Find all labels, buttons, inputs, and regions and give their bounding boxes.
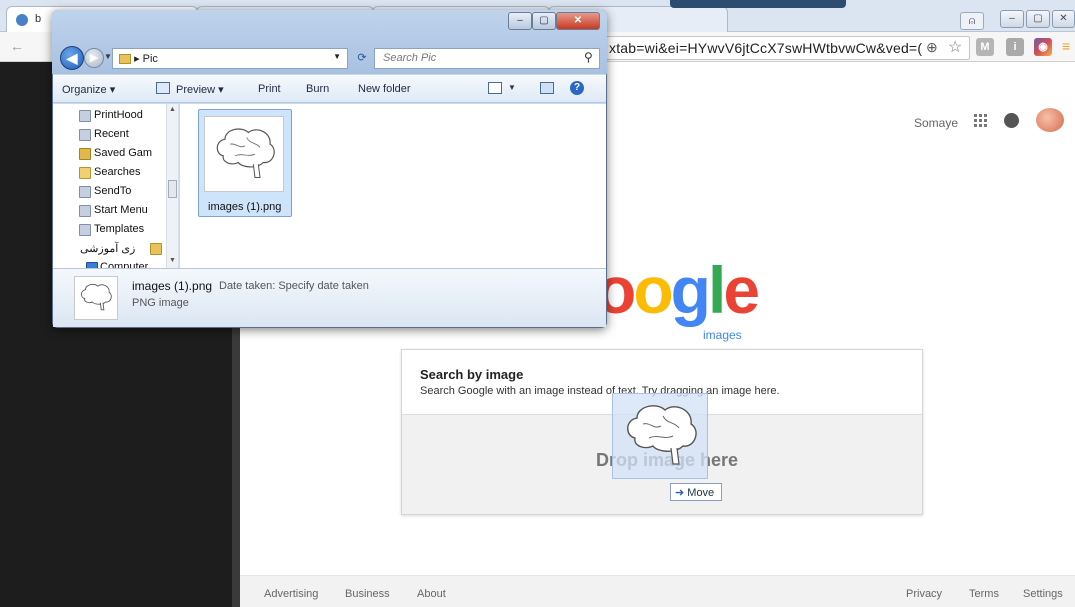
print-button[interactable]: Print [258, 83, 281, 95]
nav-item-persian-folder[interactable]: زی آموزشی [80, 242, 135, 255]
brain-image-icon [216, 128, 275, 178]
footer-link-business[interactable]: Business [345, 588, 390, 600]
notifications-icon[interactable] [1004, 113, 1019, 128]
tab-label: b [35, 13, 42, 25]
zoom-icon[interactable]: ⊕ [926, 39, 938, 56]
back-arrow-icon[interactable]: ← [10, 38, 24, 54]
details-file-type: PNG image [132, 297, 189, 309]
nav-item-templates[interactable]: Templates [94, 223, 144, 235]
scroll-thumb[interactable] [168, 180, 177, 198]
drag-move-tooltip: ➜ Move [670, 483, 722, 501]
minimize-icon[interactable]: – [1000, 10, 1024, 28]
folder-icon [150, 243, 162, 255]
move-label: Move [687, 487, 715, 499]
new-folder-button[interactable]: New folder [358, 83, 411, 95]
breadcrumb-folder[interactable]: Pic [143, 53, 158, 65]
instapaper-icon[interactable]: i [1006, 38, 1024, 56]
instagram-icon[interactable]: ◉ [1034, 38, 1052, 56]
footer-link-advertising[interactable]: Advertising [264, 588, 318, 600]
help-icon[interactable]: ? [570, 81, 584, 95]
nav-item-recent[interactable]: Recent [94, 128, 129, 140]
footer-link-about[interactable]: About [417, 588, 446, 600]
file-thumbnail [204, 116, 284, 192]
avatar[interactable] [1036, 108, 1064, 132]
footer-link-settings[interactable]: Settings [1023, 588, 1063, 600]
maximize-icon[interactable]: ▢ [532, 12, 556, 30]
chevron-down-icon[interactable]: ▼ [333, 52, 341, 61]
preview-pane-icon[interactable] [540, 82, 554, 94]
burn-button[interactable]: Burn [306, 83, 329, 95]
file-name: images (1).png [208, 201, 282, 213]
history-dropdown-icon[interactable]: ▼ [104, 52, 112, 61]
panel-title: Search by image [420, 367, 524, 382]
details-file-name: images (1).png [132, 279, 213, 293]
preview-button[interactable]: Preview ▾ [176, 83, 224, 96]
nav-item-saved-games[interactable]: Saved Gam [94, 147, 152, 159]
menu-icon[interactable]: ≡ [1062, 38, 1072, 54]
nav-item-printhood[interactable]: PrintHood [94, 109, 143, 121]
shortcut-folder-icon [79, 110, 91, 122]
tab-favicon-icon [16, 14, 28, 26]
user-profile-icon[interactable]: ⍝ [960, 12, 984, 30]
view-options-icon[interactable] [488, 82, 502, 94]
forward-arrow-icon[interactable]: ▶ [84, 48, 104, 68]
close-icon[interactable]: ✕ [1052, 10, 1075, 28]
nav-item-computer[interactable]: Computer [100, 261, 148, 268]
preview-icon [156, 82, 170, 94]
nav-item-searches[interactable]: Searches [94, 166, 140, 178]
folder-icon [119, 54, 131, 65]
brain-image-icon [81, 283, 112, 311]
details-date-taken[interactable]: Date taken: Specify date taken [219, 280, 369, 292]
logo-subtitle: images [703, 328, 742, 342]
url-text: xtab=wi&ei=HYwvV6jtCcX7swHWtbvwCw&ved=( [609, 40, 923, 56]
chevron-down-icon[interactable]: ▼ [508, 83, 516, 92]
shortcut-folder-icon [79, 205, 91, 217]
footer-link-terms[interactable]: Terms [969, 588, 999, 600]
shortcut-folder-icon [79, 186, 91, 198]
refresh-icon[interactable]: ⟳ [352, 48, 372, 69]
maximize-icon[interactable]: ▢ [1026, 10, 1050, 28]
explorer-search-input[interactable]: Search Pic [374, 48, 600, 69]
minimize-icon[interactable]: – [508, 12, 532, 30]
breadcrumb-separator: ▸ [134, 53, 140, 65]
search-icon[interactable]: ⚲ [584, 50, 593, 64]
panel-description: Search Google with an image instead of t… [420, 385, 780, 397]
scroll-up-icon[interactable]: ▲ [169, 106, 176, 113]
brain-image-icon [627, 405, 697, 465]
shortcut-folder-icon [79, 224, 91, 236]
google-logo: oogle [596, 253, 760, 327]
organize-button[interactable]: Organize ▾ [62, 83, 115, 96]
close-icon[interactable]: ✕ [556, 12, 600, 30]
nav-item-sendto[interactable]: SendTo [94, 185, 131, 197]
tab-drag-indicator [670, 0, 846, 8]
searches-folder-icon [79, 167, 91, 179]
account-name[interactable]: Somaye [914, 116, 958, 130]
back-arrow-icon[interactable]: ◀ [60, 46, 84, 70]
recent-folder-icon [79, 129, 91, 141]
footer-link-privacy[interactable]: Privacy [906, 588, 942, 600]
explorer-address-bar[interactable]: ▸ Pic ▼ [112, 48, 348, 69]
nav-item-start-menu[interactable]: Start Menu [94, 204, 148, 216]
dragged-image-preview [612, 393, 708, 479]
scroll-down-icon[interactable]: ▼ [169, 257, 176, 264]
apps-grid-icon[interactable] [974, 114, 988, 128]
details-thumbnail [74, 276, 118, 320]
nav-scrollbar[interactable]: ▲ ▼ [166, 104, 178, 268]
arrow-right-icon: ➜ [675, 487, 685, 499]
saved-games-icon [79, 148, 91, 160]
command-bar [53, 75, 606, 103]
gmail-icon[interactable]: M [976, 38, 994, 56]
star-icon[interactable]: ☆ [948, 37, 962, 57]
